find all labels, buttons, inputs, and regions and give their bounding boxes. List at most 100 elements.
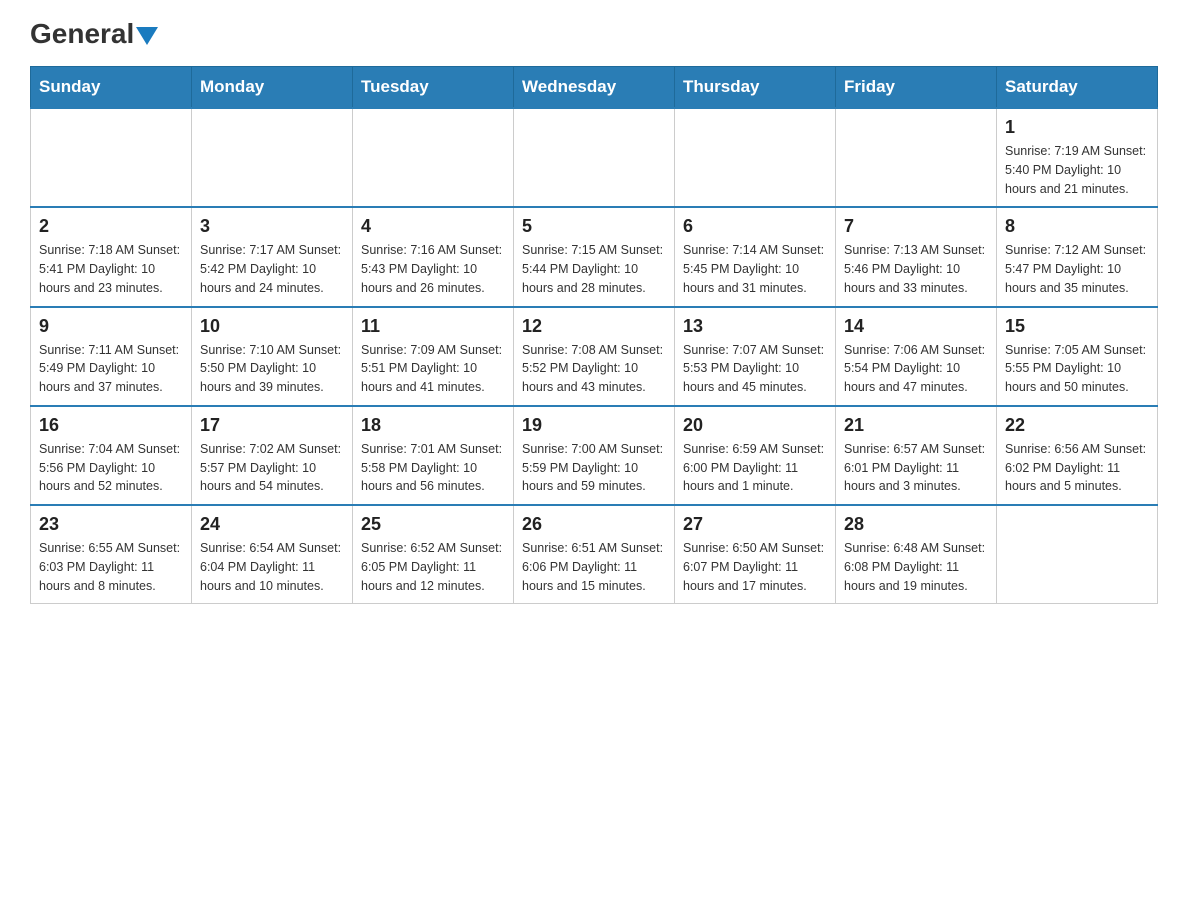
day-info: Sunrise: 7:07 AM Sunset: 5:53 PM Dayligh… (683, 341, 827, 397)
day-info: Sunrise: 6:59 AM Sunset: 6:00 PM Dayligh… (683, 440, 827, 496)
calendar-cell: 26 Sunrise: 6:51 AM Sunset: 6:06 PM Dayli… (514, 505, 675, 604)
calendar-cell: 25 Sunrise: 6:52 AM Sunset: 6:05 PM Dayli… (353, 505, 514, 604)
day-info: Sunrise: 7:11 AM Sunset: 5:49 PM Dayligh… (39, 341, 183, 397)
day-number: 8 (1005, 216, 1149, 237)
calendar-cell: 14 Sunrise: 7:06 AM Sunset: 5:54 PM Dayli… (836, 307, 997, 406)
calendar-cell: 19 Sunrise: 7:00 AM Sunset: 5:59 PM Dayli… (514, 406, 675, 505)
calendar-cell: 13 Sunrise: 7:07 AM Sunset: 5:53 PM Dayli… (675, 307, 836, 406)
calendar-cell: 27 Sunrise: 6:50 AM Sunset: 6:07 PM Dayli… (675, 505, 836, 604)
day-info: Sunrise: 6:54 AM Sunset: 6:04 PM Dayligh… (200, 539, 344, 595)
day-number: 28 (844, 514, 988, 535)
calendar-cell: 28 Sunrise: 6:48 AM Sunset: 6:08 PM Dayli… (836, 505, 997, 604)
day-number: 2 (39, 216, 183, 237)
calendar-cell: 4 Sunrise: 7:16 AM Sunset: 5:43 PM Daylig… (353, 207, 514, 306)
day-number: 1 (1005, 117, 1149, 138)
weekday-header-friday: Friday (836, 67, 997, 109)
day-info: Sunrise: 6:48 AM Sunset: 6:08 PM Dayligh… (844, 539, 988, 595)
calendar-cell: 15Sunrise: 7:05 AM Sunset: 5:55 PM Dayli… (997, 307, 1158, 406)
calendar-cell: 20 Sunrise: 6:59 AM Sunset: 6:00 PM Dayli… (675, 406, 836, 505)
calendar-week-1: 1 Sunrise: 7:19 AM Sunset: 5:40 PM Daylig… (31, 108, 1158, 207)
calendar-week-3: 9 Sunrise: 7:11 AM Sunset: 5:49 PM Daylig… (31, 307, 1158, 406)
calendar-cell: 11 Sunrise: 7:09 AM Sunset: 5:51 PM Dayli… (353, 307, 514, 406)
day-info: Sunrise: 6:57 AM Sunset: 6:01 PM Dayligh… (844, 440, 988, 496)
calendar-cell: 10Sunrise: 7:10 AM Sunset: 5:50 PM Dayli… (192, 307, 353, 406)
day-number: 23 (39, 514, 183, 535)
calendar-cell: 2 Sunrise: 7:18 AM Sunset: 5:41 PM Daylig… (31, 207, 192, 306)
weekday-header-tuesday: Tuesday (353, 67, 514, 109)
calendar-cell: 9 Sunrise: 7:11 AM Sunset: 5:49 PM Daylig… (31, 307, 192, 406)
day-number: 17 (200, 415, 344, 436)
day-info: Sunrise: 7:02 AM Sunset: 5:57 PM Dayligh… (200, 440, 344, 496)
calendar-cell: 5 Sunrise: 7:15 AM Sunset: 5:44 PM Daylig… (514, 207, 675, 306)
day-number: 6 (683, 216, 827, 237)
calendar-cell: 22Sunrise: 6:56 AM Sunset: 6:02 PM Dayli… (997, 406, 1158, 505)
day-info: Sunrise: 7:08 AM Sunset: 5:52 PM Dayligh… (522, 341, 666, 397)
day-info: Sunrise: 6:52 AM Sunset: 6:05 PM Dayligh… (361, 539, 505, 595)
calendar-cell: 24 Sunrise: 6:54 AM Sunset: 6:04 PM Dayli… (192, 505, 353, 604)
day-number: 12 (522, 316, 666, 337)
day-number: 22 (1005, 415, 1149, 436)
day-info: Sunrise: 7:15 AM Sunset: 5:44 PM Dayligh… (522, 241, 666, 297)
day-number: 4 (361, 216, 505, 237)
calendar-cell: 3 Sunrise: 7:17 AM Sunset: 5:42 PM Daylig… (192, 207, 353, 306)
calendar-cell: 18 Sunrise: 7:01 AM Sunset: 5:58 PM Dayli… (353, 406, 514, 505)
logo-top: General (30, 20, 158, 48)
day-number: 20 (683, 415, 827, 436)
day-info: Sunrise: 7:16 AM Sunset: 5:43 PM Dayligh… (361, 241, 505, 297)
weekday-header-thursday: Thursday (675, 67, 836, 109)
weekday-header-sunday: Sunday (31, 67, 192, 109)
day-info: Sunrise: 7:04 AM Sunset: 5:56 PM Dayligh… (39, 440, 183, 496)
day-number: 14 (844, 316, 988, 337)
day-info: Sunrise: 6:51 AM Sunset: 6:06 PM Dayligh… (522, 539, 666, 595)
day-info: Sunrise: 6:55 AM Sunset: 6:03 PM Dayligh… (39, 539, 183, 595)
calendar-cell: 23 Sunrise: 6:55 AM Sunset: 6:03 PM Dayli… (31, 505, 192, 604)
day-number: 21 (844, 415, 988, 436)
calendar-cell (192, 108, 353, 207)
calendar-cell: 21 Sunrise: 6:57 AM Sunset: 6:01 PM Dayli… (836, 406, 997, 505)
calendar-cell: 8 Sunrise: 7:12 AM Sunset: 5:47 PM Daylig… (997, 207, 1158, 306)
calendar-cell (675, 108, 836, 207)
day-number: 3 (200, 216, 344, 237)
day-info: Sunrise: 7:17 AM Sunset: 5:42 PM Dayligh… (200, 241, 344, 297)
day-number: 19 (522, 415, 666, 436)
day-info: Sunrise: 7:19 AM Sunset: 5:40 PM Dayligh… (1005, 142, 1149, 198)
day-number: 13 (683, 316, 827, 337)
calendar-week-2: 2 Sunrise: 7:18 AM Sunset: 5:41 PM Daylig… (31, 207, 1158, 306)
calendar-cell: 17 Sunrise: 7:02 AM Sunset: 5:57 PM Dayli… (192, 406, 353, 505)
day-info: Sunrise: 7:18 AM Sunset: 5:41 PM Dayligh… (39, 241, 183, 297)
day-number: 9 (39, 316, 183, 337)
calendar-cell: 1 Sunrise: 7:19 AM Sunset: 5:40 PM Daylig… (997, 108, 1158, 207)
day-number: 26 (522, 514, 666, 535)
day-number: 24 (200, 514, 344, 535)
day-number: 10 (200, 316, 344, 337)
day-number: 11 (361, 316, 505, 337)
day-number: 5 (522, 216, 666, 237)
calendar-week-5: 23 Sunrise: 6:55 AM Sunset: 6:03 PM Dayli… (31, 505, 1158, 604)
logo: General (30, 20, 158, 46)
calendar-cell: 12 Sunrise: 7:08 AM Sunset: 5:52 PM Dayli… (514, 307, 675, 406)
day-number: 7 (844, 216, 988, 237)
day-number: 18 (361, 415, 505, 436)
day-info: Sunrise: 7:01 AM Sunset: 5:58 PM Dayligh… (361, 440, 505, 496)
day-info: Sunrise: 7:00 AM Sunset: 5:59 PM Dayligh… (522, 440, 666, 496)
day-info: Sunrise: 6:50 AM Sunset: 6:07 PM Dayligh… (683, 539, 827, 595)
day-info: Sunrise: 7:06 AM Sunset: 5:54 PM Dayligh… (844, 341, 988, 397)
day-info: Sunrise: 7:12 AM Sunset: 5:47 PM Dayligh… (1005, 241, 1149, 297)
calendar-cell (353, 108, 514, 207)
day-info: Sunrise: 7:13 AM Sunset: 5:46 PM Dayligh… (844, 241, 988, 297)
calendar-cell (997, 505, 1158, 604)
weekday-header-monday: Monday (192, 67, 353, 109)
calendar-cell (836, 108, 997, 207)
day-info: Sunrise: 7:09 AM Sunset: 5:51 PM Dayligh… (361, 341, 505, 397)
weekday-header-saturday: Saturday (997, 67, 1158, 109)
calendar-cell (514, 108, 675, 207)
day-number: 25 (361, 514, 505, 535)
weekday-header-wednesday: Wednesday (514, 67, 675, 109)
day-number: 16 (39, 415, 183, 436)
calendar-table: SundayMondayTuesdayWednesdayThursdayFrid… (30, 66, 1158, 604)
day-info: Sunrise: 7:14 AM Sunset: 5:45 PM Dayligh… (683, 241, 827, 297)
day-info: Sunrise: 7:05 AM Sunset: 5:55 PM Dayligh… (1005, 341, 1149, 397)
day-number: 27 (683, 514, 827, 535)
calendar-cell: 16 Sunrise: 7:04 AM Sunset: 5:56 PM Dayli… (31, 406, 192, 505)
calendar-week-4: 16 Sunrise: 7:04 AM Sunset: 5:56 PM Dayli… (31, 406, 1158, 505)
